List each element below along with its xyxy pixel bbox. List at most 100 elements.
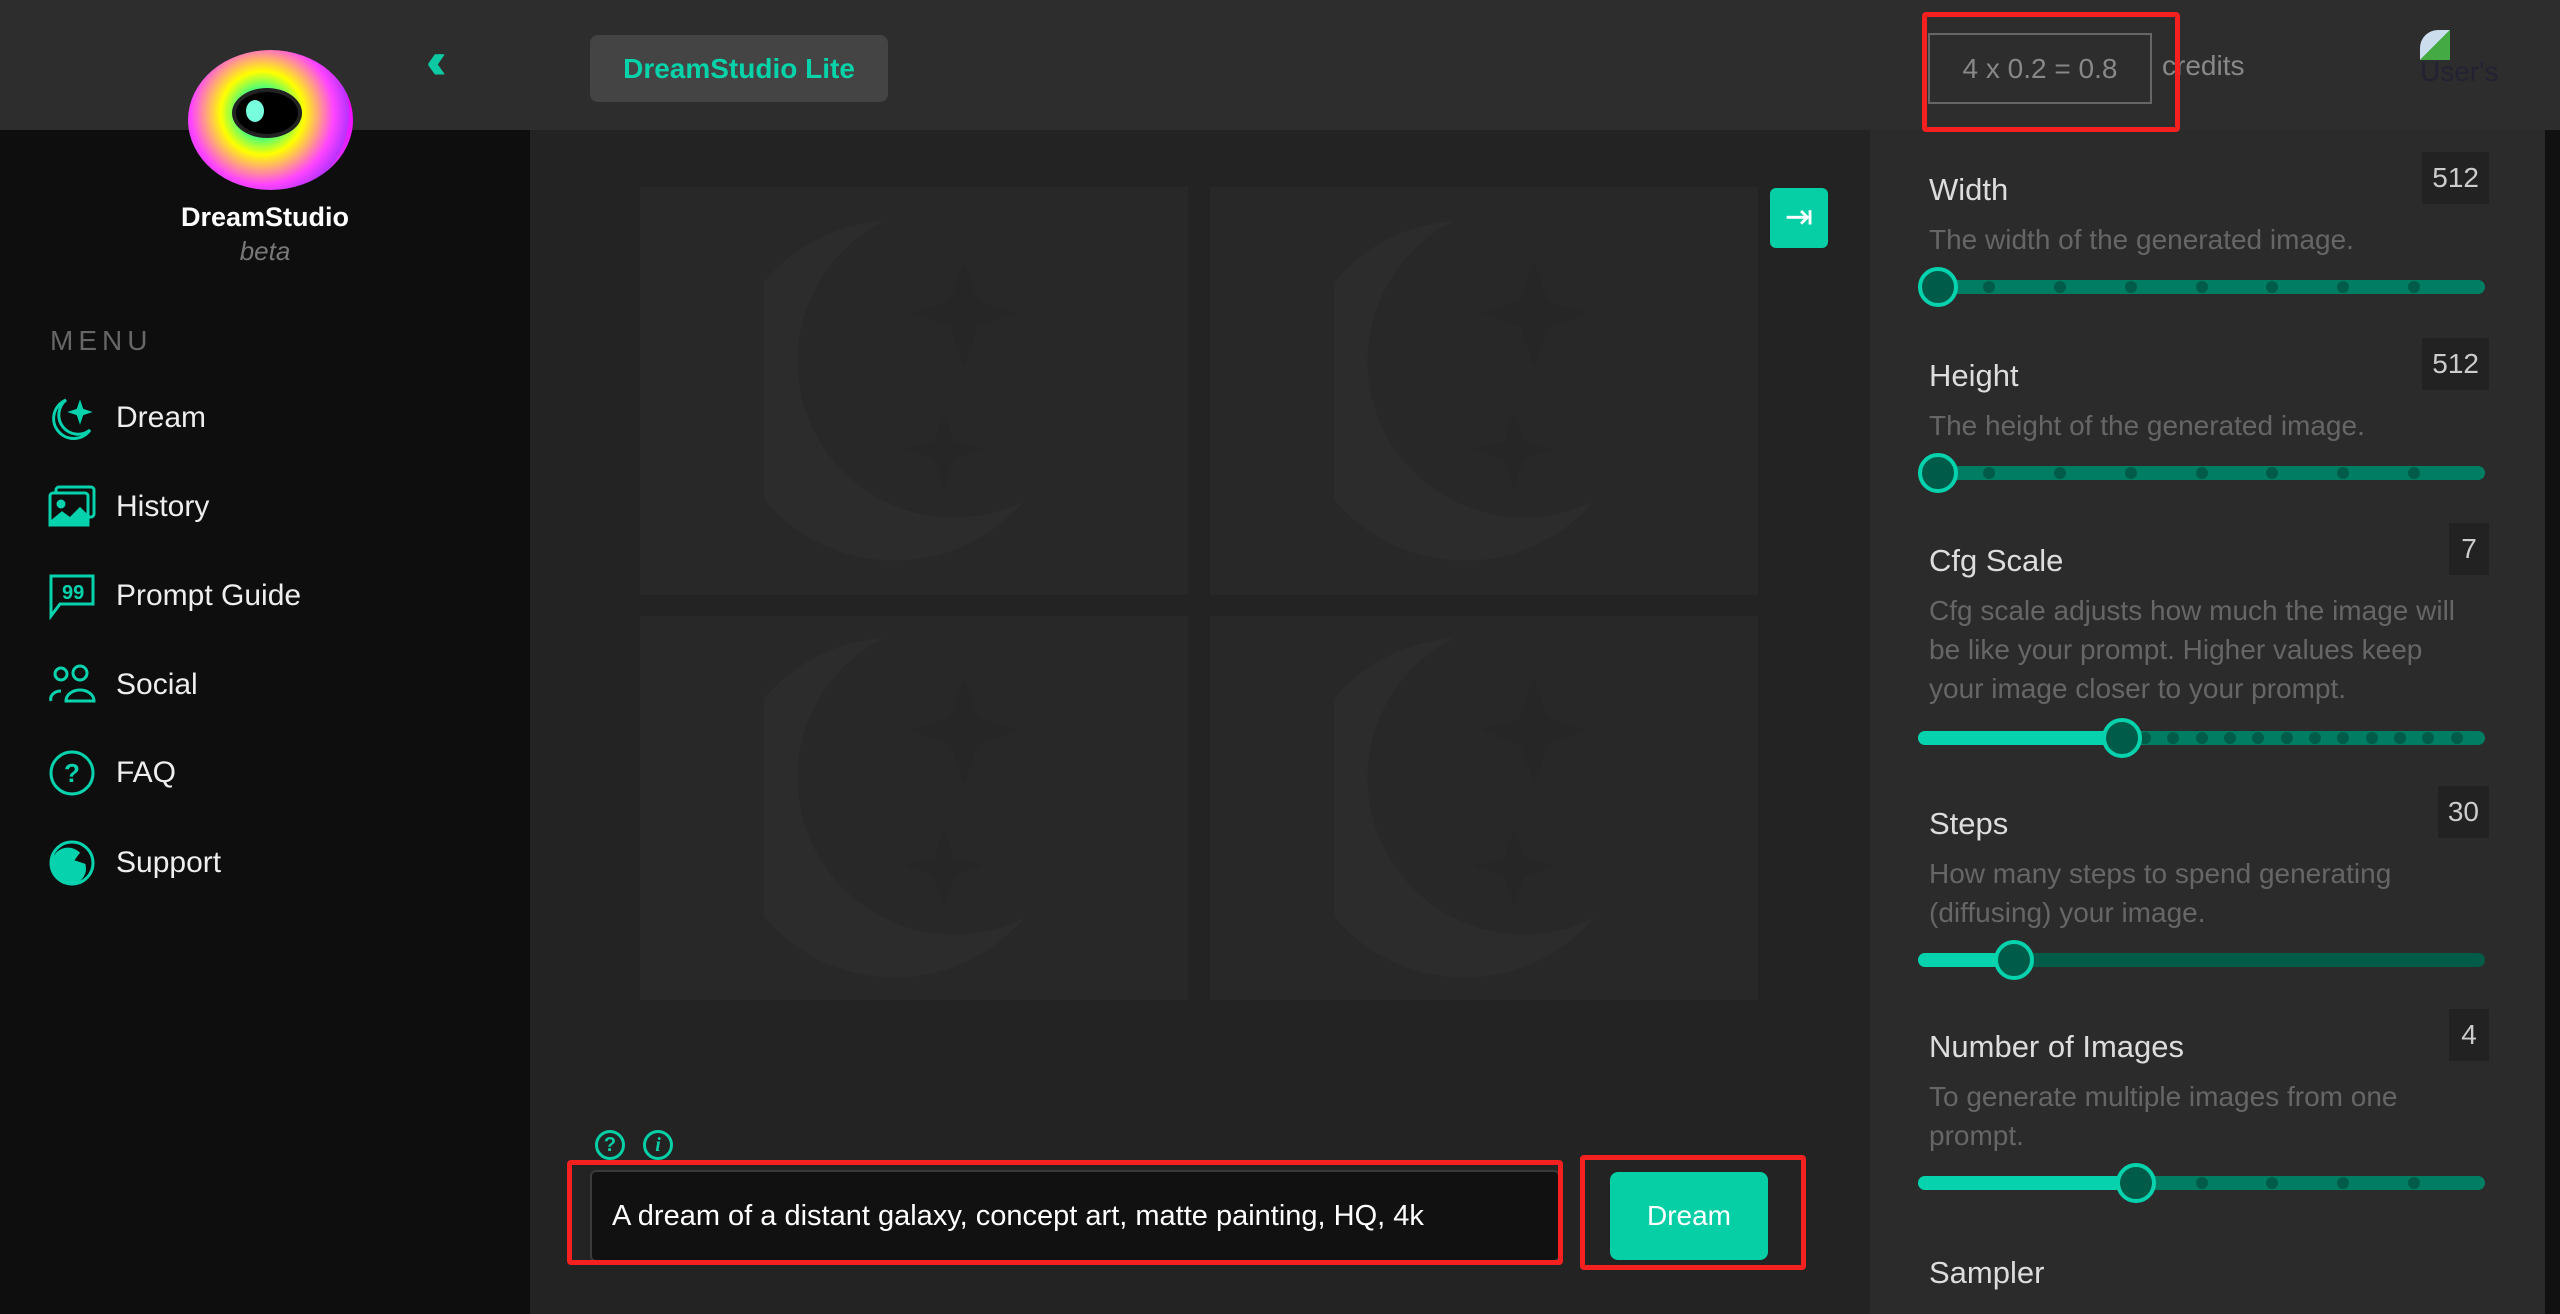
help-icon[interactable]: ?: [595, 1130, 625, 1160]
slider-tick: [2365, 732, 2378, 744]
slider-tick: [1982, 467, 1995, 479]
sidebar-item-history[interactable]: History: [48, 479, 209, 535]
slider-fill: [1918, 953, 2001, 967]
collapse-sidebar-icon[interactable]: ‹‹: [426, 35, 476, 90]
slider-tick: [2337, 732, 2350, 744]
svg-text:?: ?: [64, 758, 80, 788]
moon-stars-placeholder-icon: [764, 221, 1024, 561]
slider-tick: [2195, 732, 2208, 744]
slider-tick: [1982, 281, 1995, 293]
image-placeholder[interactable]: [640, 187, 1188, 595]
setting-slider[interactable]: [1918, 453, 2485, 493]
setting-value[interactable]: 7: [2449, 523, 2489, 575]
moon-stars-placeholder-icon: [1334, 638, 1594, 978]
setting-label: Sampler: [1929, 1255, 2045, 1290]
moon-stars-placeholder-icon: [764, 638, 1024, 978]
slider-tick: [2252, 732, 2265, 744]
sidebar: [0, 130, 530, 1314]
slider-tick: [2408, 467, 2421, 479]
slider-thumb[interactable]: [1918, 267, 1958, 307]
quote-bubble-icon: 99: [49, 574, 95, 620]
images-icon: [48, 485, 96, 527]
sidebar-item-dream[interactable]: Dream: [48, 390, 206, 446]
setting-value[interactable]: 512: [2422, 338, 2489, 390]
image-placeholder[interactable]: [1210, 187, 1758, 595]
slider-tick: [2408, 281, 2421, 293]
moon-stars-placeholder-icon: [1334, 221, 1594, 561]
setting-value[interactable]: 4: [2449, 1009, 2489, 1061]
logo-eye: [232, 88, 302, 138]
slider-tick: [2223, 732, 2236, 744]
setting-value[interactable]: 30: [2437, 786, 2489, 838]
slider-fill: [1918, 1176, 2131, 1190]
slider-tick: [2337, 281, 2350, 293]
moon-stars-icon: [52, 398, 93, 440]
question-circle-icon: ?: [49, 750, 95, 796]
setting-description: The width of the generated image.: [1929, 224, 2354, 255]
sidebar-item-social[interactable]: Social: [48, 657, 198, 713]
setting-slider[interactable]: [1918, 267, 2485, 307]
slider-tick: [2337, 467, 2350, 479]
slider-tick: [2266, 1177, 2279, 1189]
menu-heading: MENU: [50, 325, 153, 356]
setting-number-of-images: Number of Images 4 To generate multiple im…: [1918, 1009, 2489, 1203]
image-placeholder[interactable]: [1210, 616, 1758, 1000]
slider-tick: [2195, 467, 2208, 479]
setting-description: The height of the generated image.: [1929, 410, 2365, 441]
slider-tick: [2195, 1177, 2208, 1189]
setting-slider[interactable]: [1918, 718, 2485, 758]
sidebar-item-label: Social: [116, 668, 198, 701]
sidebar-item-label: Prompt Guide: [116, 579, 302, 612]
slider-tick: [2266, 281, 2279, 293]
info-icon[interactable]: i: [643, 1130, 673, 1160]
setting-description: To generate multiple images from one pro…: [1929, 1081, 2398, 1151]
sidebar-item-label: History: [116, 490, 210, 523]
scrollbar[interactable]: [2545, 130, 2560, 1314]
svg-text:99: 99: [62, 582, 84, 604]
dreamstudio-lite-button[interactable]: DreamStudio Lite: [590, 35, 888, 102]
slider-tick: [2124, 281, 2137, 293]
setting-height: Height 512 The height of the generated ima…: [1918, 338, 2489, 493]
setting-slider[interactable]: [1918, 940, 2485, 980]
slider-tick: [2408, 1177, 2421, 1189]
brand-beta: beta: [239, 236, 291, 266]
slider-thumb[interactable]: [1918, 453, 1958, 493]
slider-tick: [2280, 732, 2293, 744]
setting-label: Steps: [1929, 806, 2009, 841]
expand-panel-button[interactable]: ⇥: [1770, 188, 1828, 248]
image-placeholder[interactable]: [640, 616, 1188, 1000]
setting-steps: Steps 30 How many steps to spend generatin…: [1918, 786, 2489, 980]
setting-width: Width 512 The width of the generated image…: [1918, 152, 2489, 307]
setting-label: Cfg Scale: [1929, 543, 2064, 578]
support-icon: [49, 840, 95, 886]
slider-thumb[interactable]: [2115, 1163, 2156, 1203]
sidebar-item-support[interactable]: Support: [48, 835, 221, 891]
highlight-box: [1922, 12, 2180, 132]
setting-slider[interactable]: [1918, 1163, 2485, 1203]
slider-tick: [2450, 732, 2463, 744]
avatar-alt-text: User's: [2420, 56, 2499, 87]
users-icon: [49, 664, 96, 703]
slider-tick: [2053, 467, 2066, 479]
sidebar-item-faq[interactable]: ? FAQ: [48, 745, 176, 801]
brand-name: DreamStudio: [180, 202, 350, 232]
user-avatar[interactable]: User's: [2420, 30, 2499, 100]
setting-cfg-scale: Cfg Scale 7 Cfg scale adjusts how much the…: [1918, 523, 2489, 758]
setting-label: Width: [1929, 172, 2009, 207]
slider-tick: [2124, 467, 2137, 479]
slider-tick: [2167, 732, 2180, 744]
setting-value[interactable]: 512: [2422, 152, 2489, 204]
slider-tick: [2266, 467, 2279, 479]
slider-tick: [2393, 732, 2406, 744]
setting-description: Cfg scale adjusts how much the image wil…: [1929, 595, 2456, 704]
slider-tick: [2308, 732, 2321, 744]
setting-description: How many steps to spend generating (diff…: [1929, 858, 2392, 928]
setting-sampler: Sampler: [1929, 1255, 2489, 1291]
slider-tick: [2422, 732, 2435, 744]
sidebar-item-label: FAQ: [116, 756, 177, 789]
sidebar-item-prompt-guide[interactable]: 99 Prompt Guide: [48, 568, 301, 624]
slider-tick: [2195, 281, 2208, 293]
dream-button[interactable]: Dream: [1610, 1172, 1768, 1260]
prompt-input[interactable]: [590, 1170, 1560, 1262]
setting-label: Number of Images: [1929, 1029, 2184, 1064]
